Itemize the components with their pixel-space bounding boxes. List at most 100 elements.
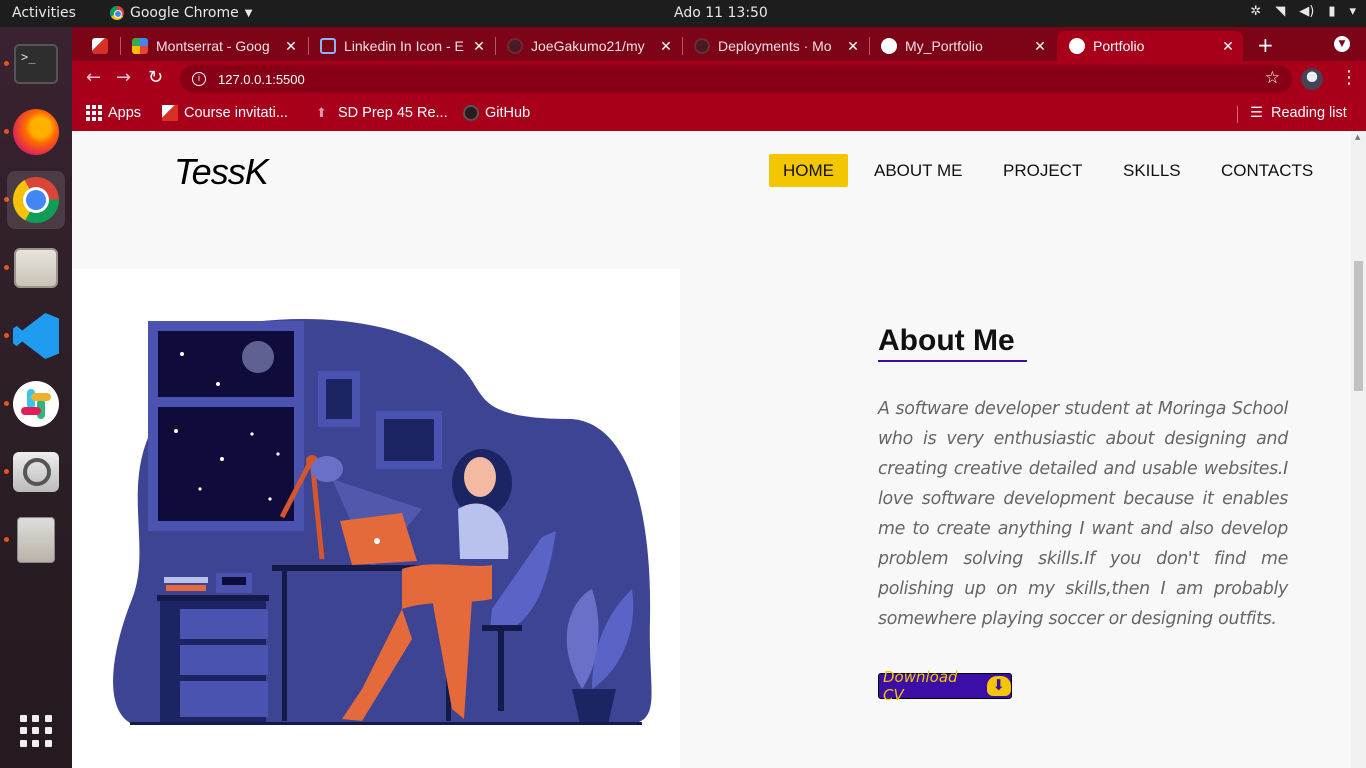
github-icon [463,105,479,121]
files-launcher[interactable] [7,239,65,297]
reload-icon[interactable]: ↻ [148,67,163,88]
close-tab-icon[interactable]: ✕ [1219,38,1237,55]
browser-toolbar: ← → ↻ i 127.0.0.1:5500 ☆ ⋮ [72,61,1366,97]
app-name: Google Chrome [130,5,239,21]
volume-icon[interactable]: ◀) [1299,4,1314,19]
pin-icon: ⬆ [316,105,327,120]
nav-contacts[interactable]: CONTACTS [1221,154,1313,187]
chrome-icon [13,177,59,223]
close-tab-icon[interactable]: ✕ [1031,38,1049,55]
download-cv-button[interactable]: Download CV [878,668,1012,704]
image-viewer-launcher[interactable] [7,443,65,501]
clock[interactable]: Ado 11 13:50 [674,5,768,21]
system-top-bar: Activities Google Chrome ▼ Ado 11 13:50 … [0,0,1366,27]
tab-montserrat[interactable]: Montserrat - Goog ✕ [120,31,306,61]
chrome-icon [110,6,124,20]
tab-search-icon[interactable]: ▼ [1334,36,1350,52]
nav-about-me[interactable]: ABOUT ME [874,154,962,187]
about-heading: About Me [878,324,1027,362]
tab-github-repo[interactable]: JoeGakumo21/my ✕ [495,31,681,61]
nav-home[interactable]: HOME [769,154,848,187]
chrome-launcher[interactable] [7,171,65,229]
bookmark-sd-prep[interactable]: ⬆ SD Prep 45 Re... [316,105,448,121]
files-icon [14,248,58,288]
tab-title: Linkedin In Icon - E [344,38,464,54]
activities-button[interactable]: Activities [12,5,76,21]
dock: >_ [0,27,72,768]
new-tab-icon[interactable]: + [1257,33,1274,57]
bookmarks-bar: Apps Course invitati... ⬆ SD Prep 45 Re.… [72,97,1366,131]
scrollbar-thumb[interactable] [1354,261,1363,391]
reading-list-icon: ☰ [1250,105,1263,121]
flag-icon [320,38,336,54]
slack-launcher[interactable] [7,375,65,433]
tab-title: Portfolio [1093,38,1145,54]
developer-at-desk-illustration [113,319,652,725]
apps-grid-icon [86,105,102,121]
close-tab-icon[interactable]: ✕ [657,38,675,55]
reading-list-button[interactable]: ☰ Reading list [1250,105,1347,121]
power-menu-icon[interactable]: ▾ [1349,4,1356,19]
page-viewport: TessK HOME ABOUT ME PROJECT SKILLS CONTA… [72,131,1366,768]
menu-kebab-icon[interactable]: ⋮ [1340,67,1358,88]
terminal-icon: >_ [14,44,58,84]
about-illustration [72,269,680,768]
system-tray[interactable]: ✲ ◥ ◀) ▮ ▾ [1250,4,1356,19]
vscode-launcher[interactable] [7,307,65,365]
firefox-launcher[interactable] [7,103,65,161]
back-icon[interactable]: ← [86,67,101,88]
wifi-icon[interactable]: ◥ [1275,4,1285,19]
slack-tray-icon[interactable]: ✲ [1250,4,1261,19]
address-bar[interactable]: i 127.0.0.1:5500 ☆ [180,65,1292,93]
bookmark-course-invitation[interactable]: Course invitati... [162,105,288,121]
nav-project[interactable]: PROJECT [1003,154,1082,187]
close-tab-icon[interactable]: ✕ [844,38,862,55]
close-tab-icon[interactable]: ✕ [282,38,300,55]
google-fonts-icon [132,38,148,54]
gmail-icon [92,38,108,54]
archive-icon [17,517,55,563]
download-cv-label: Download CV [883,668,958,704]
app-menu[interactable]: Google Chrome ▼ [110,5,252,21]
url-text: 127.0.0.1:5500 [218,71,305,87]
site-logo[interactable]: TessK [174,151,269,193]
globe-icon [881,38,897,54]
bookmark-label: SD Prep 45 Re... [338,105,448,121]
bookmarks-separator [1237,106,1238,123]
bookmark-star-icon[interactable]: ☆ [1265,68,1280,88]
scroll-up-arrow-icon[interactable]: ▲ [1355,133,1360,141]
site-info-icon[interactable]: i [192,72,206,86]
close-tab-icon[interactable]: ✕ [470,38,488,55]
tab-my-portfolio[interactable]: My_Portfolio ✕ [869,31,1055,61]
github-icon [507,38,523,54]
bookmark-apps[interactable]: Apps [86,105,141,121]
profile-avatar[interactable] [1301,68,1323,90]
tab-portfolio[interactable]: Portfolio ✕ [1057,31,1243,61]
tab-deployments[interactable]: Deployments · Mo ✕ [682,31,868,61]
bookmark-label: Course invitati... [184,105,288,121]
caret-down-icon: ▼ [244,7,253,19]
cloud-download-icon [987,676,1011,696]
vscode-icon [13,313,59,359]
tab-title: Deployments · Mo [718,38,832,54]
bookmark-label: GitHub [485,105,531,121]
tab-title: JoeGakumo21/my [531,38,645,54]
firefox-icon [13,109,59,155]
gmail-icon [162,105,178,121]
globe-icon [1069,38,1085,54]
archive-launcher[interactable] [7,511,65,569]
tab-title: My_Portfolio [905,38,983,54]
about-paragraph: A software developer student at Moringa … [878,399,1288,629]
battery-icon[interactable]: ▮ [1328,4,1335,19]
tab-strip: Montserrat - Goog ✕ Linkedin In Icon - E… [72,27,1366,61]
browser-window: Montserrat - Goog ✕ Linkedin In Icon - E… [72,27,1366,768]
reading-list-label: Reading list [1271,105,1347,121]
tab-title: Montserrat - Goog [156,38,270,54]
bookmark-github[interactable]: GitHub [463,105,530,121]
nav-skills[interactable]: SKILLS [1123,154,1181,187]
terminal-launcher[interactable]: >_ [7,35,65,93]
page-scrollbar[interactable]: ▲ [1351,131,1366,768]
show-applications-icon[interactable] [20,715,52,747]
tab-linkedin-icon[interactable]: Linkedin In Icon - E ✕ [308,31,494,61]
forward-icon[interactable]: → [116,67,131,88]
